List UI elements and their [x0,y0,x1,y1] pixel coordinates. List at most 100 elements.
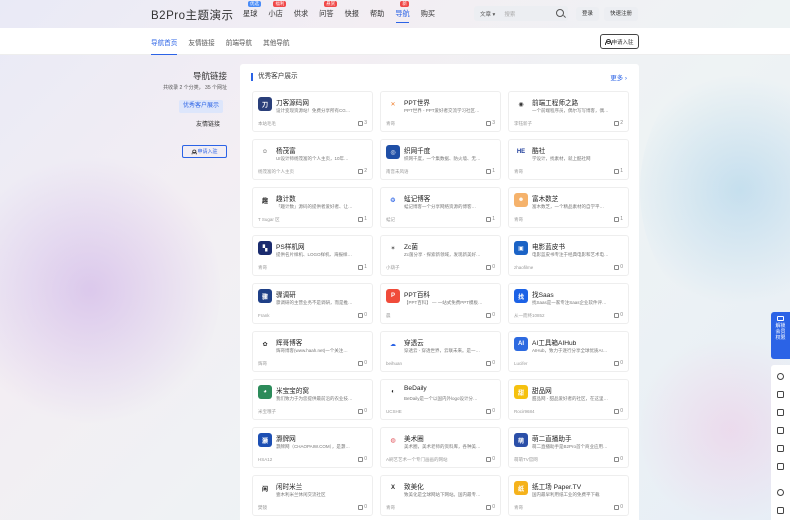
subnav-item-1[interactable]: 友情链接 [188,37,214,47]
nav-item-0[interactable]: 星球 优选 [243,1,261,19]
nav-item-4[interactable]: 快报 [345,9,359,19]
site-name[interactable]: 穿透云 [404,337,424,347]
site-name[interactable]: 萌二直播助手 [532,433,572,443]
site-card[interactable]: 骤骤调研 骤调研的主营业务不是调研，而是推… Frank 0 [252,283,373,324]
site-card[interactable]: ✶ Zc菌 Zc菌分享 - 探索新领域，发现新美好… 小葫子 0 [380,235,501,276]
like-button[interactable]: 0 [614,456,623,462]
subnav-item-3[interactable]: 其他导航 [263,37,289,47]
site-name[interactable]: 杨茂富 [276,145,296,155]
site-card[interactable]: ☁ 穿透云 穿透云 - 穿透世界，云联未来。是一… beihuan 0 [380,331,501,372]
like-button[interactable]: 1 [358,216,367,222]
subnav-item-2[interactable]: 前端导航 [226,37,252,47]
site-card[interactable]: ◎ 织网千度 织网千度，一个集数据、防火墙、无… 南音未风语 1 [380,139,501,180]
site-card[interactable]: ✿ 辉哥博客 辉哥博客(www.haah.net)一个关注… 辉哥 0 [252,331,373,372]
site-name[interactable]: 刀客源码网 [276,97,309,107]
like-button[interactable]: 0 [614,360,623,366]
site-name[interactable]: 米宝宝的窝 [276,385,309,395]
site-name[interactable]: 闲时米兰 [276,481,302,491]
support-icon[interactable] [777,489,784,496]
nav-item-3[interactable]: 问答 悬赏 [319,1,338,19]
site-card[interactable]: ◍ 美术圈 美术圈，美术老师的资料库，各种美… A刷艺艺术一个专门画画的网站 0 [380,427,501,468]
gift-icon[interactable] [777,427,784,434]
site-name[interactable]: 找Saas [532,289,554,299]
like-button[interactable]: 1 [486,168,495,174]
apply-join-button[interactable]: 申请入驻 [600,34,639,49]
nav-item-6[interactable]: 导航新 [395,1,410,23]
site-name[interactable]: AI工具箱AIHub [532,337,576,347]
order-icon[interactable] [777,409,784,416]
sidebar-item-clients[interactable]: 优秀客户展示 [179,100,224,113]
site-card[interactable]: AI AI工具箱AIHub AIHub，致力于逐行分享全球优质AI… Lucifer 0 [508,331,629,372]
like-button[interactable]: 1 [614,216,623,222]
site-name[interactable]: 蜢记博客 [404,193,430,203]
site-card[interactable]: 闲闲时米兰 壹木利米兰休闲交流社区 樊镜 0 [252,475,373,516]
like-button[interactable]: 0 [486,312,495,318]
site-card[interactable]: ◐ BeDaily BeDaily是一个以国内外logo设计分… UCSHE 0 [380,379,501,420]
site-card[interactable]: ☻ 富木数芝 富木数芝，一个精品素材的自学平… 青哥 1 [508,187,629,228]
like-button[interactable]: 0 [358,456,367,462]
site-card[interactable]: ▚ PS样机网 提供名片样机、LOGO样机、海报样… 青哥 1 [252,235,373,276]
login-button[interactable]: 登录 [576,7,600,21]
like-button[interactable]: 1 [614,168,623,174]
message-icon[interactable] [777,463,784,470]
cart-icon[interactable] [777,391,784,398]
site-name[interactable]: 趣计数 [276,193,296,203]
like-button[interactable]: 0 [358,408,367,414]
register-button[interactable]: 快速注册 [604,7,639,21]
qrcode-icon[interactable] [777,507,784,514]
like-button[interactable]: 3 [358,120,367,126]
site-name[interactable]: PS样机网 [276,241,305,251]
site-name[interactable]: 富木数芝 [532,193,558,203]
like-button[interactable]: 0 [486,408,495,414]
like-button[interactable]: 0 [614,264,623,270]
like-button[interactable]: 0 [358,312,367,318]
site-name[interactable]: 织网千度 [404,145,430,155]
site-name[interactable]: 甜品网 [532,385,552,395]
site-name[interactable]: 骤调研 [276,289,296,299]
site-card[interactable]: HE 酷社 学设计，找素材，就上酷社网 青哥 1 [508,139,629,180]
like-button[interactable]: 1 [486,216,495,222]
nav-item-5[interactable]: 帮助 [370,9,384,19]
site-card[interactable]: 趣趣计数 「趣计数」源码的提供者爱好者、让… T Sugar 区 1 [252,187,373,228]
site-name[interactable]: 酷社 [532,145,545,155]
site-name[interactable]: 致美化 [404,481,424,491]
site-card[interactable]: ☺ 杨茂富 UI设计师杨茂富的个人主页，10年… 杨茂富的个人主页 2 [252,139,373,180]
search-box[interactable]: 文章 ▾ 搜索 [474,6,568,21]
subnav-item-0[interactable]: 导航首页 [151,37,178,55]
site-card[interactable]: 刀刀客源码网 设计变现资源站！免费分享所有CG… 本站毛毛 3 [252,91,373,132]
like-button[interactable]: 1 [358,264,367,270]
site-name[interactable]: 美术圈 [404,433,424,443]
site-name[interactable]: PPT百科 [404,289,430,299]
nav-item-7[interactable]: 购买 [421,9,435,19]
site-card[interactable]: ❂ 蜢记博客 蜢记博客一个分享网络资源的博客… 蜢记 1 [380,187,501,228]
mail-icon[interactable] [777,445,784,452]
site-card[interactable]: X 致美化 致美化是全球网站下网站。国内最专… 青哥 0 [380,475,501,516]
site-card[interactable]: ✕ PPT世界 PPT世界 - PPT爱好者交流学习社区… 青哥 3 [380,91,501,132]
nav-item-2[interactable]: 供求 [294,9,308,19]
site-name[interactable]: PPT世界 [404,97,430,107]
user-icon[interactable] [777,373,784,380]
like-button[interactable]: 0 [358,504,367,510]
nav-item-1[interactable]: 小店 福利 [268,1,287,19]
search-input[interactable]: 搜索 [504,10,515,18]
like-button[interactable]: 0 [358,360,367,366]
like-button[interactable]: 2 [614,120,623,126]
like-button[interactable]: 0 [614,504,623,510]
site-card[interactable]: 灏灏牌网 灏牌网（CHAOPAIW.COM），是灏… HSA12 0 [252,427,373,468]
site-name[interactable]: 电影蓝皮书 [532,241,565,251]
site-card[interactable]: ◕ 米宝宝的窝 我们致力于为您提供最前沿的农业技… 米宝哦子 0 [252,379,373,420]
like-button[interactable]: 2 [358,168,367,174]
site-card[interactable]: 萌萌二直播助手 萌二直播助手是B2Pro首个商业应用… 萌萌TV官网 0 [508,427,629,468]
site-name[interactable]: 前端工程师之路 [532,97,578,107]
site-card[interactable]: P PPT百科 【PPT百科】 — 一站式免费PPT模板… 晨 0 [380,283,501,324]
search-type-select[interactable]: 文章 ▾ [474,10,495,18]
site-name[interactable]: 纸工场 Paper.TV [532,481,581,491]
like-button[interactable]: 0 [486,456,495,462]
sidebar-item-links[interactable]: 友情链接 [192,119,224,132]
search-icon[interactable] [556,9,564,17]
like-button[interactable]: 0 [614,408,623,414]
like-button[interactable]: 0 [486,360,495,366]
site-logo[interactable]: B2Pro主题演示 [151,7,233,23]
more-link[interactable]: 更多 › [610,73,627,82]
site-name[interactable]: 辉哥博客 [276,337,302,347]
